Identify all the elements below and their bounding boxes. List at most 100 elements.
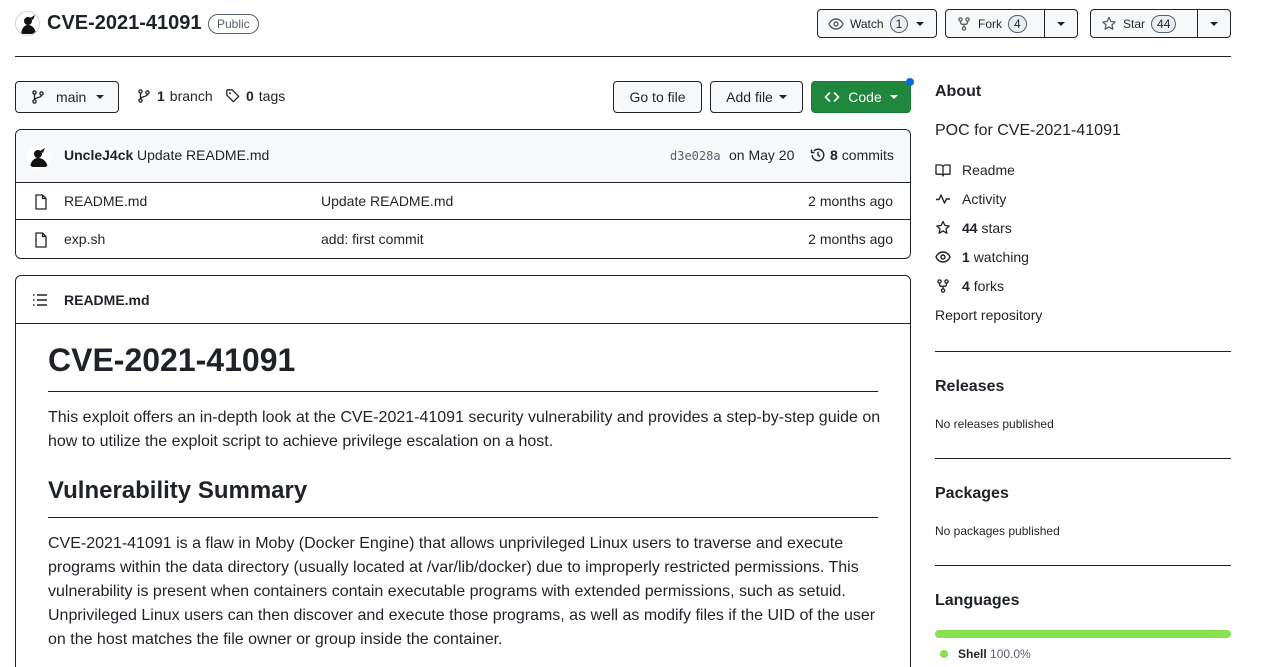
commit-count: 8 <box>830 147 838 163</box>
readme-panel: README.md CVE-2021-41091 This exploit of… <box>15 275 911 667</box>
file-icon <box>34 232 48 248</box>
stars-link[interactable]: 44 stars <box>935 220 1012 236</box>
star-label: Star <box>1123 16 1146 31</box>
fork-icon <box>956 16 972 32</box>
eye-icon <box>935 249 951 265</box>
file-commit-message[interactable]: add: first commit <box>321 231 424 247</box>
stars-label: stars <box>981 220 1012 236</box>
forks-label: forks <box>973 278 1005 294</box>
activity-label: Activity <box>962 191 1007 207</box>
eye-icon <box>828 16 844 32</box>
sidebar-divider <box>935 458 1231 459</box>
file-name[interactable]: README.md <box>64 193 147 209</box>
chevron-down-icon <box>916 21 924 26</box>
file-row[interactable]: exp.sh add: first commit 2 months ago <box>16 221 910 258</box>
language-shell[interactable]: Shell 100.0% <box>940 647 1031 661</box>
watch-button[interactable]: Watch 1 <box>818 10 908 37</box>
file-date: 2 months ago <box>808 193 893 209</box>
language-bar-fill-shell <box>935 630 1231 638</box>
readme-summary: CVE-2021-41091 is a flaw in Moby (Docker… <box>48 535 876 648</box>
fork-icon <box>935 278 951 294</box>
repo-header: CVE-2021-41091 Public Watch 1 Fork 4 Sta… <box>0 0 1269 57</box>
notification-dot <box>906 78 914 86</box>
repo-description: POC for CVE-2021-41091 <box>935 122 1121 139</box>
commits-link[interactable]: 8 commits <box>810 147 894 163</box>
chevron-down-icon <box>778 95 787 99</box>
branch-icon <box>30 89 46 105</box>
readme-filename[interactable]: README.md <box>64 292 150 308</box>
chevron-down-icon <box>1057 21 1065 26</box>
chevron-down-icon <box>96 95 105 99</box>
chevron-down-icon <box>889 95 898 99</box>
fork-dropdown[interactable] <box>1045 10 1077 37</box>
owner-avatar[interactable] <box>15 11 40 36</box>
code-icon <box>824 89 840 105</box>
language-bar <box>935 630 1231 638</box>
language-name: Shell <box>958 647 987 661</box>
chevron-down-icon <box>1210 21 1218 26</box>
readme-header: README.md <box>16 276 910 324</box>
code-button[interactable]: Code <box>811 81 911 113</box>
forks-count: 4 <box>962 278 970 294</box>
packages-empty: No packages published <box>935 524 1060 538</box>
branch-name: main <box>56 89 87 105</box>
sidebar-divider <box>935 565 1231 566</box>
file-date: 2 months ago <box>808 231 893 247</box>
star-button-group: Star 44 <box>1090 9 1231 38</box>
heading-divider <box>48 517 878 518</box>
latest-commit-bar: UncleJ4ck Update README.md d3e028a on Ma… <box>16 130 910 183</box>
branch-select-button[interactable]: main <box>15 81 119 113</box>
commit-message[interactable]: Update README.md <box>137 147 269 163</box>
fork-button[interactable]: Fork 4 <box>946 10 1044 37</box>
branch-icon <box>136 88 152 104</box>
file-commit-message[interactable]: Update README.md <box>321 193 453 209</box>
tags-label: tags <box>258 88 286 104</box>
commit-author[interactable]: UncleJ4ck <box>64 147 133 163</box>
tag-icon <box>225 88 241 104</box>
watch-count: 1 <box>889 14 908 33</box>
readme-subheading: Vulnerability Summary <box>48 477 308 504</box>
book-icon <box>935 162 951 178</box>
commit-label: commits <box>841 147 894 163</box>
watching-label: watching <box>973 249 1029 265</box>
forks-link[interactable]: 4 forks <box>935 278 1004 294</box>
file-listing: UncleJ4ck Update README.md d3e028a on Ma… <box>15 129 911 259</box>
tags-link[interactable]: 0 tags <box>225 88 285 104</box>
readme-heading: CVE-2021-41091 <box>48 342 296 378</box>
releases-empty: No releases published <box>935 417 1054 431</box>
history-icon <box>810 147 826 163</box>
commit-date: on May 20 <box>729 147 795 163</box>
star-count: 44 <box>1151 14 1177 33</box>
readme-link-label: Readme <box>962 162 1015 178</box>
author-avatar[interactable] <box>27 145 51 169</box>
star-button[interactable]: Star 44 <box>1091 10 1197 37</box>
list-icon[interactable] <box>32 293 48 307</box>
file-icon <box>34 194 48 210</box>
pulse-icon <box>935 191 951 207</box>
readme-link[interactable]: Readme <box>935 162 1015 178</box>
packages-title[interactable]: Packages <box>935 485 1009 503</box>
file-row[interactable]: README.md Update README.md 2 months ago <box>16 183 910 220</box>
header-divider <box>15 56 1231 57</box>
add-file-label: Add file <box>726 89 773 105</box>
report-repository-link[interactable]: Report repository <box>935 307 1042 323</box>
heading-divider <box>48 391 878 392</box>
commit-hash[interactable]: d3e028a <box>670 149 721 163</box>
watching-link[interactable]: 1 watching <box>935 249 1029 265</box>
watch-dropdown[interactable] <box>908 10 932 37</box>
add-file-button[interactable]: Add file <box>710 81 803 113</box>
branches-link[interactable]: 1 branch <box>136 88 213 104</box>
fork-button-group: Fork 4 <box>945 9 1078 38</box>
visibility-badge: Public <box>208 14 259 34</box>
language-percent: 100.0% <box>990 647 1031 661</box>
file-name[interactable]: exp.sh <box>64 231 105 247</box>
go-to-file-button[interactable]: Go to file <box>613 81 702 113</box>
code-label: Code <box>848 89 882 105</box>
repo-name[interactable]: CVE-2021-41091 <box>47 11 202 35</box>
watch-label: Watch <box>850 16 884 31</box>
star-dropdown[interactable] <box>1198 10 1230 37</box>
activity-link[interactable]: Activity <box>935 191 1006 207</box>
releases-title[interactable]: Releases <box>935 378 1004 396</box>
go-to-file-label: Go to file <box>629 89 686 105</box>
readme-intro: This exploit offers an in-depth look at … <box>48 409 881 450</box>
